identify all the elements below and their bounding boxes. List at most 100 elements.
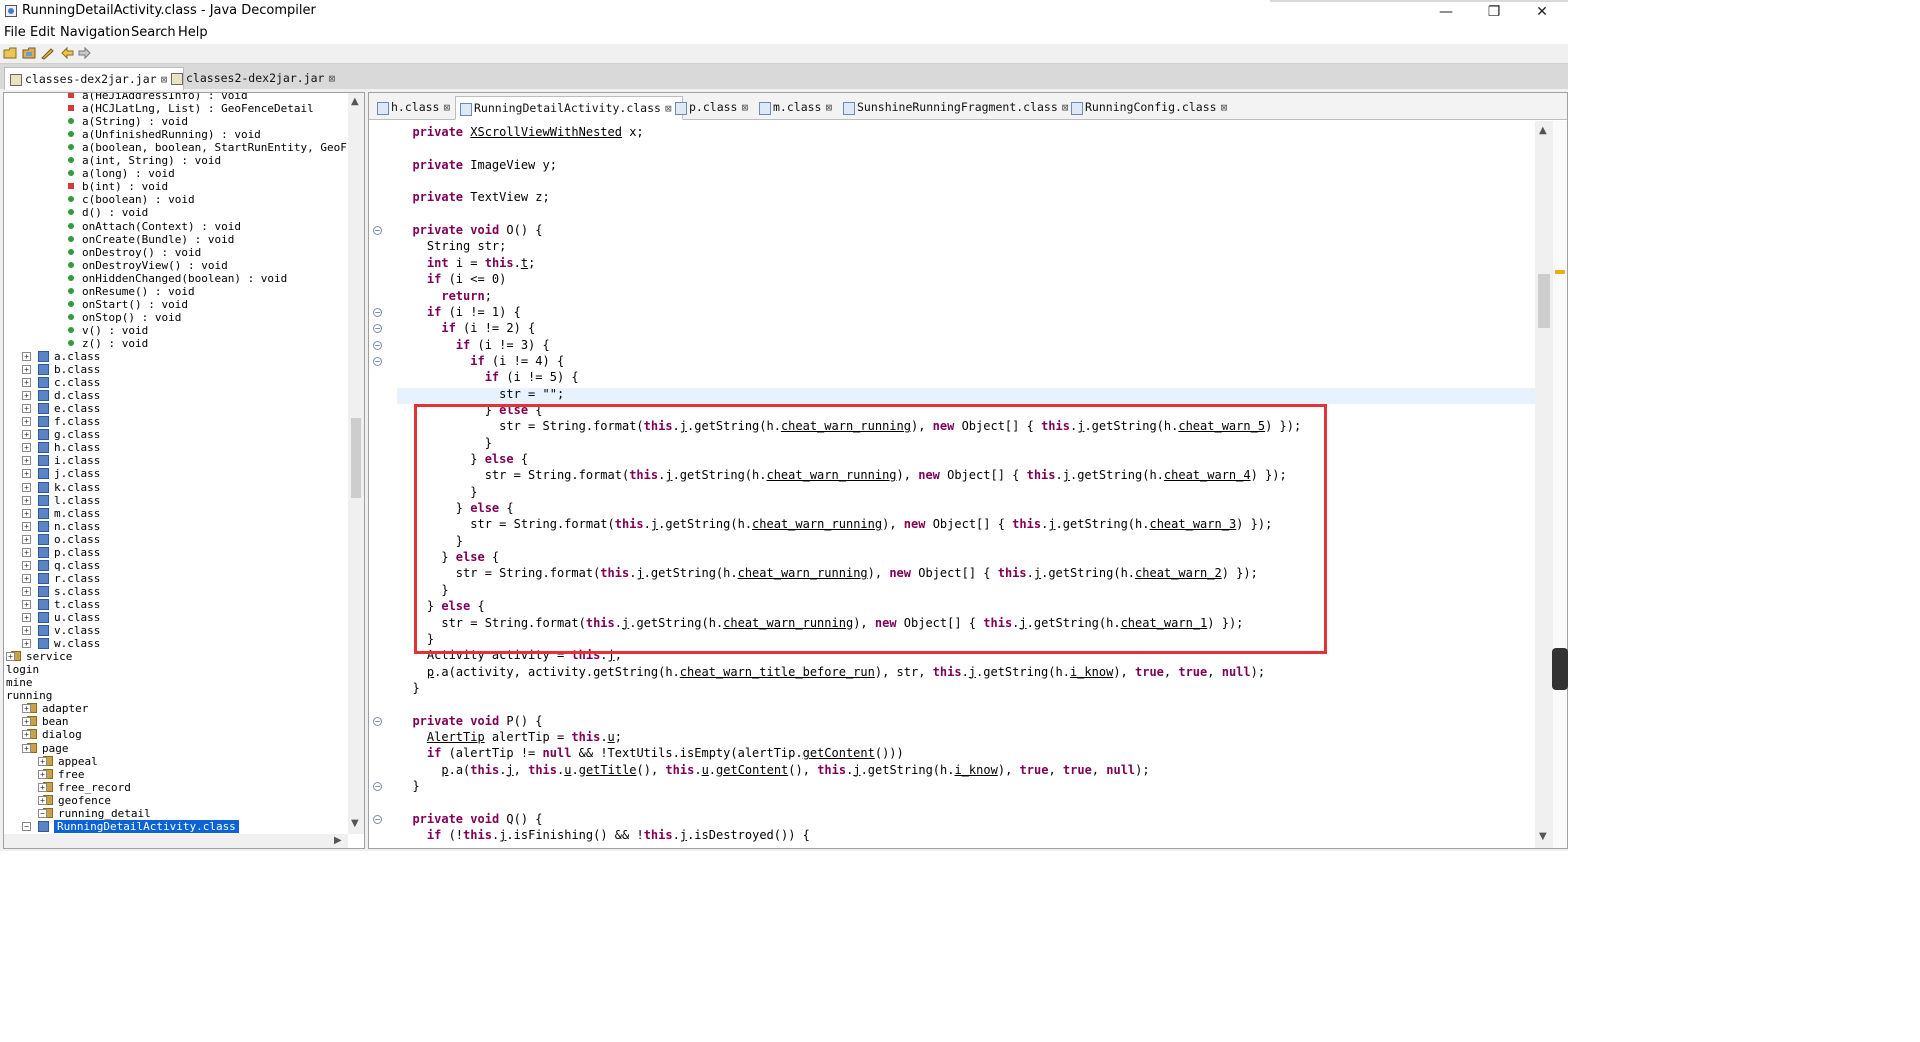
code-line[interactable]: private void O() { — [398, 222, 542, 238]
tree-method-item[interactable]: a(int, String) : void — [68, 154, 221, 167]
expand-icon[interactable]: + — [22, 573, 31, 583]
tree-package-item[interactable]: running — [6, 689, 52, 702]
fold-toggle-icon[interactable]: − — [373, 324, 382, 334]
tree-class-item[interactable]: + l.class — [22, 494, 100, 507]
close-tab-icon[interactable]: ⊠ — [443, 101, 450, 114]
back-arrow-icon[interactable] — [60, 46, 75, 60]
editor-tab-runningconfig[interactable]: RunningConfig.class ⊠ — [1067, 96, 1247, 118]
expand-icon[interactable]: + — [38, 756, 47, 766]
tree-method-item[interactable]: a(long) : void — [68, 167, 175, 180]
tree-method-item[interactable]: d() : void — [68, 206, 148, 219]
code-line[interactable]: private void P() { — [398, 713, 542, 729]
code-line[interactable]: if (i != 2) { — [398, 320, 535, 336]
code-line[interactable]: } — [398, 680, 419, 696]
expand-icon[interactable]: + — [38, 795, 47, 805]
expand-icon[interactable]: + — [22, 639, 31, 649]
tree-class-item[interactable]: + p.class — [22, 546, 100, 559]
fold-toggle-icon[interactable]: − — [373, 307, 382, 317]
expand-icon[interactable]: + — [22, 404, 31, 414]
code-line[interactable]: if (i != 4) { — [398, 353, 564, 369]
close-button[interactable]: ✕ — [1529, 2, 1555, 22]
tree-class-item[interactable]: + h.class — [22, 441, 100, 454]
tree-package-item[interactable]: + geofence — [38, 794, 111, 807]
expand-icon[interactable]: + — [22, 417, 31, 427]
jar-tab-classes2[interactable]: classes2-dex2jar.jar ⊠ — [166, 67, 352, 89]
tree-class-item[interactable]: + a.class — [22, 350, 100, 363]
code-line[interactable]: AlertTip alertTip = this.u; — [398, 729, 622, 745]
scroll-up-icon[interactable]: ▲ — [1539, 125, 1547, 136]
expand-icon[interactable]: + — [22, 704, 31, 714]
tree-method-item[interactable]: onCreate(Bundle) : void — [68, 233, 234, 246]
forward-arrow-icon[interactable] — [77, 46, 92, 60]
expand-icon[interactable]: + — [22, 456, 31, 466]
tree-vertical-scrollbar[interactable]: ▲ ▼ — [348, 93, 364, 834]
tree-class-item[interactable]: + m.class — [22, 507, 100, 520]
tree-package-item[interactable]: mine — [6, 676, 33, 689]
tree-package-item[interactable]: + page — [22, 742, 69, 755]
tree-package-item[interactable]: + service — [6, 650, 72, 663]
tree-class-item[interactable]: + v.class — [22, 624, 100, 637]
open-file-icon[interactable] — [3, 46, 18, 60]
tree-class-item[interactable]: + r.class — [22, 572, 100, 585]
code-line[interactable]: if (i <= 0) — [398, 271, 506, 287]
tree-class-item[interactable]: + q.class — [22, 559, 100, 572]
side-handle[interactable] — [1552, 648, 1568, 690]
expand-icon[interactable]: − — [38, 808, 47, 818]
fold-toggle-icon[interactable]: − — [373, 782, 382, 791]
tree-class-item[interactable]: + f.class — [22, 415, 100, 428]
code-line[interactable]: if (i != 5) { — [398, 369, 579, 385]
expand-icon[interactable]: + — [22, 365, 31, 375]
tree-class-item[interactable]: + e.class — [22, 402, 100, 415]
tree-horizontal-scrollbar[interactable]: ▶ — [4, 834, 348, 848]
expand-icon[interactable]: + — [38, 782, 47, 792]
menu-search[interactable]: Search — [131, 25, 176, 40]
editor-tab-h-class[interactable]: h.class ⊠ — [373, 96, 467, 118]
tree-method-item[interactable]: onDestroyView() : void — [68, 259, 228, 272]
tree-method-item[interactable]: v() : void — [68, 324, 148, 337]
tree-method-item[interactable]: a(String) : void — [68, 115, 188, 128]
expand-icon[interactable]: + — [22, 378, 31, 388]
fold-toggle-icon[interactable]: − — [373, 716, 382, 726]
expand-icon[interactable]: + — [22, 560, 31, 570]
fold-toggle-icon[interactable]: − — [373, 340, 382, 350]
tree-class-item[interactable]: + c.class — [22, 376, 100, 389]
scroll-right-icon[interactable]: ▶ — [334, 835, 342, 846]
expand-icon[interactable]: + — [22, 430, 31, 440]
tree-class-item[interactable]: + o.class — [22, 533, 100, 546]
fold-toggle-icon[interactable]: − — [373, 226, 382, 236]
expand-icon[interactable]: + — [22, 508, 31, 518]
tree-class-item[interactable]: + j.class — [22, 467, 100, 480]
code-line[interactable]: if (i != 3) { — [398, 337, 550, 353]
expand-icon[interactable]: + — [22, 521, 31, 531]
fold-toggle-icon[interactable]: − — [373, 814, 382, 824]
close-tab-icon[interactable]: ⊠ — [825, 101, 832, 114]
tree-class-item[interactable]: + g.class — [22, 428, 100, 441]
tree-class-item[interactable]: + d.class — [22, 389, 100, 402]
expand-icon[interactable]: + — [22, 391, 31, 401]
occurrence-marker[interactable] — [1555, 270, 1565, 274]
tree-method-item[interactable]: onStop() : void — [68, 311, 181, 324]
editor-vertical-scrollbar[interactable]: ▲ ▼ — [1535, 121, 1553, 848]
code-line[interactable]: return; — [398, 288, 492, 304]
tree-class-item[interactable]: + s.class — [22, 585, 100, 598]
editor-scroll-thumb[interactable] — [1538, 274, 1550, 328]
jar-tab-classes[interactable]: classes-dex2jar.jar ⊠ — [4, 67, 184, 90]
tree-method-item[interactable]: a(UnfinishedRunning) : void — [68, 128, 261, 141]
tree-class-item[interactable]: + u.class — [22, 611, 100, 624]
expand-icon[interactable]: + — [22, 717, 31, 727]
tree-method-item[interactable]: z() : void — [68, 337, 148, 350]
code-line[interactable]: } — [398, 778, 419, 794]
tree-method-item[interactable]: a(HCJLatLng, List) : GeoFenceDetail — [68, 102, 314, 115]
code-line[interactable]: if (i != 1) { — [398, 304, 521, 320]
editor-tab-m-class[interactable]: m.class ⊠ — [755, 96, 849, 118]
tree-package-item[interactable]: + dialog — [22, 728, 82, 741]
tree-method-item[interactable]: a(boolean, boolean, StartRunEntity, GeoF — [68, 141, 347, 154]
tree-method-item[interactable]: a(HeJiAddressInfo) : void — [68, 93, 248, 102]
tree-class-item[interactable]: + t.class — [22, 598, 100, 611]
code-line[interactable]: if (alertTip != null && !TextUtils.isEmp… — [398, 745, 904, 761]
class-tree[interactable]: a(HeJiAddressInfo) : void a(HCJLatLng, Li… — [4, 93, 348, 834]
scroll-up-icon[interactable]: ▲ — [351, 96, 359, 107]
restore-button[interactable]: ❐ — [1481, 2, 1507, 22]
tree-package-item[interactable]: + free — [38, 768, 85, 781]
open-folder-icon[interactable] — [22, 46, 37, 60]
